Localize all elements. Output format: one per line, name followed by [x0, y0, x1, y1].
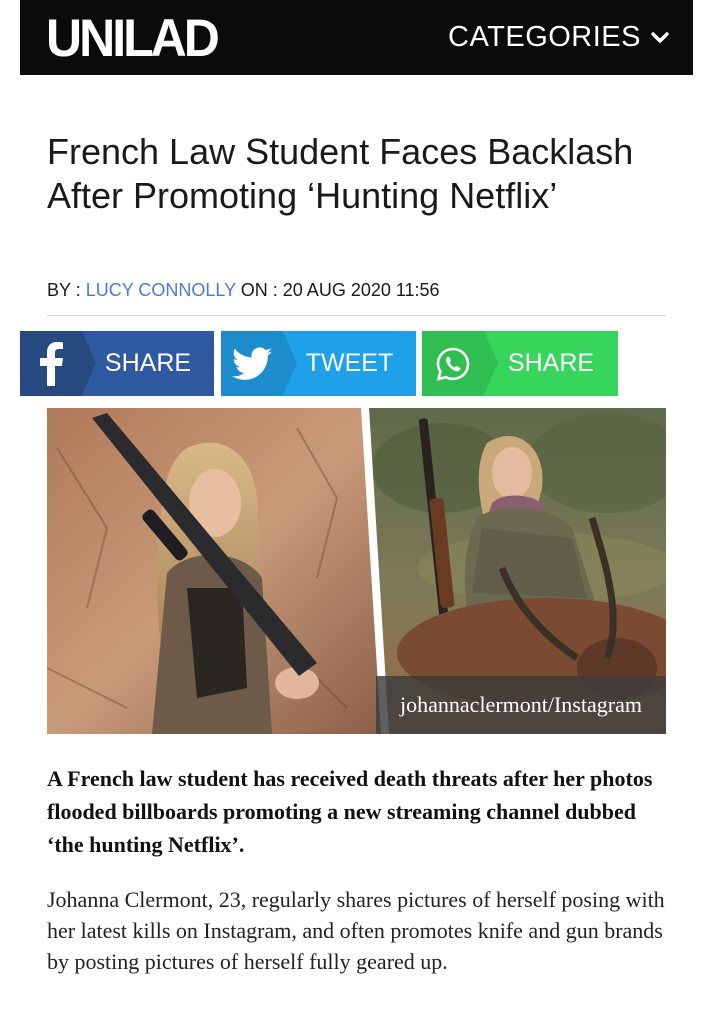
facebook-icon-box: [20, 331, 96, 396]
byline-prefix: BY :: [47, 280, 86, 300]
whatsapp-icon-box: [422, 331, 498, 396]
whatsapp-icon: [436, 347, 470, 381]
whatsapp-share-label: SHARE: [507, 349, 595, 377]
twitter-tweet-label: TWEET: [305, 349, 394, 377]
site-header: UNILAD CATEGORIES: [20, 0, 693, 75]
facebook-arrow: [82, 331, 96, 395]
twitter-tweet-button[interactable]: TWEET: [221, 331, 416, 396]
categories-menu-button[interactable]: CATEGORIES: [448, 21, 669, 54]
categories-label: CATEGORIES: [448, 21, 641, 53]
article-lead: A French law student has received death …: [47, 766, 653, 857]
twitter-icon-box: [221, 331, 297, 396]
publish-date: 20 AUG 2020 11:56: [282, 280, 440, 300]
article-headline: French Law Student Faces Backlash After …: [47, 131, 634, 216]
byline: BY : LUCY CONNOLLY ON : 20 AUG 2020 11:5…: [47, 280, 440, 301]
article-hero-image: johannaclermont/Instagram: [47, 408, 666, 734]
unilad-logo[interactable]: UNILAD: [46, 11, 220, 64]
article-body: Johanna Clermont, 23, regularly shares p…: [47, 887, 665, 974]
whatsapp-arrow: [484, 331, 498, 395]
facebook-share-button[interactable]: SHARE: [20, 331, 214, 396]
twitter-bird-icon: [232, 346, 272, 380]
image-credit: johannaclermont/Instagram: [376, 676, 666, 734]
whatsapp-share-button[interactable]: SHARE: [422, 331, 618, 396]
author-link[interactable]: LUCY CONNOLLY: [86, 280, 236, 300]
chevron-down-icon: [651, 31, 669, 43]
facebook-share-label: SHARE: [104, 349, 192, 377]
divider: [47, 315, 666, 316]
twitter-arrow: [283, 331, 297, 395]
byline-on: ON :: [235, 280, 283, 300]
facebook-icon: [40, 341, 63, 386]
